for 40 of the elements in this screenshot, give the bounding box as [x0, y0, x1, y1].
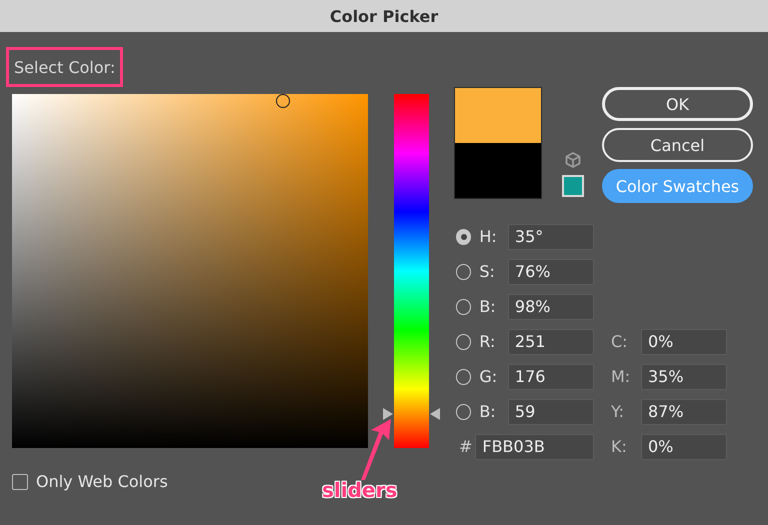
annotation-label: sliders [322, 478, 398, 502]
value-field[interactable]: 251 [508, 328, 594, 354]
select-color-label: Select Color: [6, 47, 124, 87]
color-marker-icon[interactable] [276, 94, 290, 108]
field-label: C: [611, 332, 629, 351]
field-label: H: [479, 227, 498, 246]
field-label: R: [479, 332, 496, 351]
radio-button[interactable] [456, 228, 472, 244]
hex-field[interactable]: FBB03B [475, 434, 594, 460]
value-field[interactable]: 59 [508, 398, 594, 424]
field-label: B: [479, 402, 497, 421]
slider-handle[interactable] [383, 408, 440, 420]
radio-button[interactable] [456, 368, 472, 384]
field-label: Y: [611, 402, 626, 421]
value-field[interactable]: 0% [641, 434, 727, 460]
value-field[interactable]: 0% [641, 328, 727, 354]
value-field[interactable]: 98% [508, 294, 594, 320]
cube-icon[interactable] [564, 151, 582, 169]
radio-button[interactable] [456, 264, 472, 280]
web-safe-swatch[interactable] [562, 175, 584, 197]
only-web-colors-checkbox[interactable] [12, 474, 28, 490]
field-label: B: [479, 297, 497, 316]
dialog-button[interactable]: Cancel [602, 128, 753, 162]
radio-button[interactable] [456, 298, 472, 314]
field-label: G: [479, 367, 498, 386]
window-title: Color Picker [0, 0, 768, 32]
value-field[interactable]: 35% [641, 364, 727, 390]
value-field[interactable]: 87% [641, 398, 727, 424]
radio-button[interactable] [456, 404, 472, 420]
color-field[interactable] [12, 94, 368, 448]
value-field[interactable]: 76% [508, 258, 594, 284]
value-field[interactable]: 35° [508, 224, 594, 250]
value-field[interactable]: 176 [508, 364, 594, 390]
field-label: M: [611, 367, 632, 386]
field-label: K: [611, 437, 628, 456]
only-web-colors-label: Only Web Colors [36, 472, 168, 491]
radio-button[interactable] [456, 334, 472, 350]
dialog-button[interactable]: OK [602, 87, 753, 121]
field-label: # [459, 437, 474, 456]
field-label: S: [479, 262, 496, 281]
